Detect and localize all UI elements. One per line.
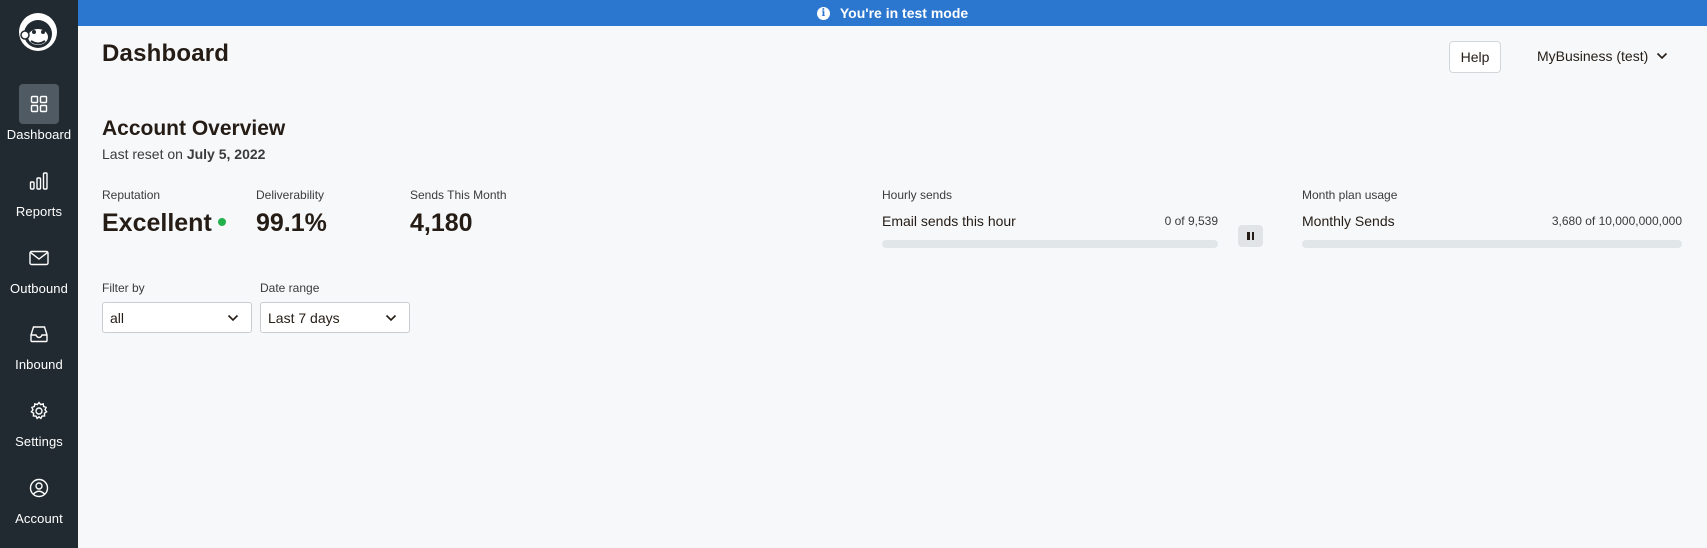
sidebar-item-label: Outbound — [10, 281, 68, 296]
date-range-value: Last 7 days — [268, 309, 340, 326]
inbox-icon — [19, 314, 59, 354]
chevron-down-icon — [1657, 52, 1668, 60]
reputation-label: Reputation — [102, 188, 161, 202]
date-range-label: Date range — [260, 281, 320, 295]
chevron-down-icon — [227, 314, 239, 322]
sidebar: Dashboard Reports Outbound Inbound Setti… — [0, 0, 78, 548]
pause-icon-bar — [1251, 232, 1254, 240]
sends-month-value: 4,180 — [410, 209, 473, 237]
mailchimp-logo-icon[interactable] — [16, 10, 60, 54]
date-range-select[interactable]: Last 7 days — [260, 302, 410, 333]
filter-by-select[interactable]: all — [102, 302, 252, 333]
test-mode-banner: i You're in test mode — [78, 0, 1707, 26]
sidebar-item-label: Reports — [15, 204, 63, 219]
last-reset-text: Last reset on July 5, 2022 — [102, 146, 265, 162]
filter-by-label: Filter by — [102, 281, 145, 295]
bar-chart-icon — [19, 161, 59, 201]
month-plan-label: Month plan usage — [1302, 188, 1398, 202]
deliverability-value: 99.1% — [256, 209, 327, 237]
reputation-text: Excellent — [102, 209, 212, 237]
sidebar-item-inbound[interactable]: Inbound — [0, 314, 78, 380]
hourly-sends-progress — [882, 240, 1218, 248]
deliverability-label: Deliverability — [256, 188, 325, 202]
page-title: Dashboard — [102, 40, 230, 67]
gear-icon — [19, 391, 59, 431]
section-title: Account Overview — [102, 117, 286, 140]
envelope-icon — [19, 238, 59, 278]
last-reset-prefix: Last reset on — [102, 146, 187, 162]
sidebar-item-account[interactable]: Account — [0, 468, 78, 534]
help-button[interactable]: Help — [1449, 41, 1501, 73]
user-circle-icon — [19, 468, 59, 508]
sidebar-item-outbound[interactable]: Outbound — [0, 238, 78, 304]
monthly-sends-title: Monthly Sends — [1302, 213, 1395, 229]
last-reset-date: July 5, 2022 — [186, 146, 266, 162]
sidebar-item-label: Inbound — [15, 357, 63, 372]
hourly-sends-count: 0 of 9,539 — [1164, 214, 1218, 228]
pause-button[interactable] — [1238, 225, 1263, 247]
hourly-sends-title: Email sends this hour — [882, 213, 1016, 229]
sidebar-item-label: Settings — [15, 434, 63, 449]
grid-icon — [19, 84, 59, 124]
monthly-sends-progress — [1302, 240, 1682, 248]
account-switcher[interactable]: MyBusiness (test) — [1537, 48, 1668, 64]
monthly-sends-count: 3,680 of 10,000,000,000 — [1551, 214, 1682, 228]
account-name: MyBusiness (test) — [1537, 48, 1649, 64]
filter-by-value: all — [110, 309, 125, 326]
chevron-down-icon — [385, 314, 397, 322]
hourly-sends-label: Hourly sends — [882, 188, 953, 202]
sidebar-item-label: Account — [15, 511, 63, 526]
sends-month-label: Sends This Month — [410, 188, 507, 202]
test-mode-text: You're in test mode — [839, 5, 969, 21]
pause-icon-bar — [1247, 232, 1250, 240]
reputation-value: Excellent — [102, 209, 226, 238]
sidebar-item-settings[interactable]: Settings — [0, 391, 78, 457]
status-dot-icon — [217, 218, 226, 227]
sidebar-item-dashboard[interactable]: Dashboard — [0, 84, 78, 150]
sidebar-item-label: Dashboard — [6, 127, 72, 142]
info-icon: i — [816, 6, 830, 20]
sidebar-item-reports[interactable]: Reports — [0, 161, 78, 227]
